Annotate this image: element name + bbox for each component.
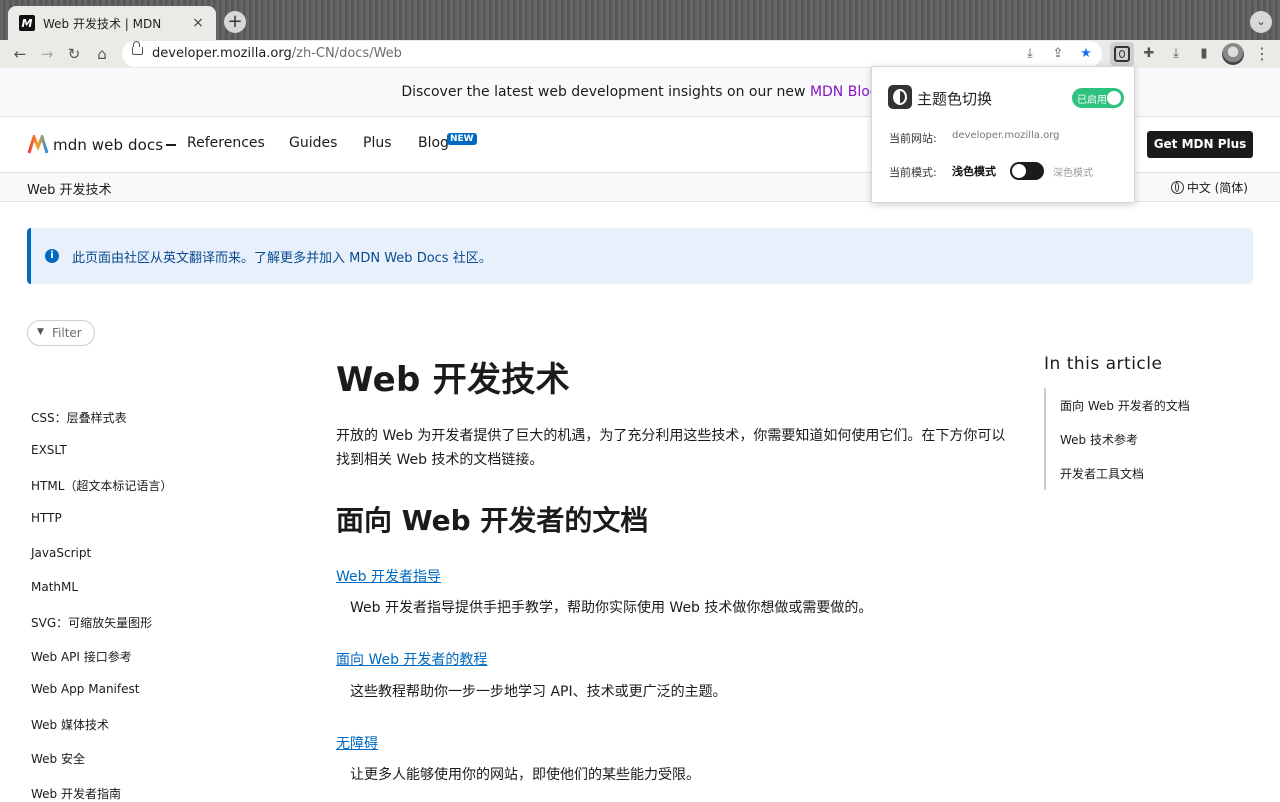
banner-blog-link[interactable]: MDN Blog (810, 84, 879, 100)
theme-switch-extension-icon[interactable] (1110, 42, 1134, 66)
sidebar-item[interactable]: Web API 接口参考 (31, 648, 132, 665)
current-mode-label: 当前模式: (889, 166, 937, 179)
sidebar-item[interactable]: JavaScript (31, 546, 91, 560)
breadcrumb-current[interactable]: Web 开发技术 (27, 179, 111, 198)
tab-search-chevron-icon[interactable]: ⌄ (1250, 11, 1272, 33)
new-badge: NEW (447, 133, 477, 145)
translation-notice: i 此页面由社区从英文翻译而来。了解更多并加入 MDN Web Docs 社区。 (27, 228, 1253, 284)
toggle-knob (1012, 164, 1026, 178)
tab-title: Web 开发技术 | MDN (43, 16, 162, 31)
download-icon[interactable]: ⤓ (1166, 44, 1186, 64)
light-mode-label: 浅色模式 (952, 165, 996, 178)
language-switcher[interactable]: 中文 (简体) (1170, 179, 1248, 196)
filter-funnel-icon: ▼ (37, 327, 44, 337)
doc-link[interactable]: 无障碍 (336, 733, 378, 753)
browser-tab-strip: M Web 开发技术 | MDN × + ⌄ (0, 0, 1280, 40)
theme-switch-logo-icon (888, 85, 912, 109)
close-tab-icon[interactable]: × (190, 15, 206, 31)
doc-description: 这些教程帮助你一步一步地学习 API、技术或更广泛的主题。 (350, 684, 727, 700)
filter-placeholder: Filter (52, 326, 82, 340)
sidebar-filter-input[interactable]: ▼ Filter (27, 320, 95, 346)
enabled-toggle[interactable]: 已启用 (1072, 88, 1124, 108)
reload-icon[interactable]: ↻ (64, 44, 84, 64)
profile-avatar[interactable] (1222, 43, 1244, 65)
extensions-puzzle-icon[interactable]: ✚ (1139, 44, 1159, 64)
bookmark-star-icon[interactable]: ★ (1076, 44, 1096, 64)
sidepanel-icon[interactable]: ▮ (1194, 44, 1214, 64)
nav-plus[interactable]: Plus (363, 135, 392, 151)
enabled-label: 已启用 (1077, 95, 1107, 106)
kebab-menu-icon[interactable]: ⋮ (1252, 44, 1272, 64)
browser-toolbar: ← → ↻ ⌂ developer.mozilla.org/zh-CN/docs… (0, 40, 1280, 68)
get-mdn-plus-button[interactable]: Get MDN Plus (1147, 131, 1253, 158)
dark-mode-label: 深色模式 (1053, 168, 1093, 179)
sidebar-item[interactable]: CSS：层叠样式表 (31, 409, 127, 426)
mdn-favicon-icon: M (19, 15, 35, 31)
logo-text: mdn web docs (53, 136, 164, 154)
address-bar[interactable]: developer.mozilla.org/zh-CN/docs/Web ⤓ ⇪… (122, 41, 1102, 67)
forward-arrow-icon[interactable]: → (37, 44, 57, 64)
mdn-m-logo-icon (27, 135, 49, 154)
url-text: developer.mozilla.org/zh-CN/docs/Web (152, 46, 402, 61)
sidebar-item[interactable]: Web 开发者指南 (31, 785, 121, 802)
doc-link[interactable]: 面向 Web 开发者的教程 (336, 649, 487, 669)
sidebar-item[interactable]: MathML (31, 580, 78, 594)
theme-switch-popup: 主题色切换 已启用 当前网站: developer.mozilla.org 当前… (871, 66, 1135, 203)
mode-toggle[interactable] (1010, 162, 1044, 180)
sidebar-item[interactable]: SVG：可缩放矢量图形 (31, 614, 152, 631)
back-arrow-icon[interactable]: ← (10, 44, 30, 64)
sidebar-item[interactable]: Web App Manifest (31, 682, 139, 696)
toggle-knob (1107, 91, 1121, 105)
share-icon[interactable]: ⇪ (1048, 44, 1068, 64)
notice-text[interactable]: 此页面由社区从英文翻译而来。了解更多并加入 MDN Web Docs 社区。 (72, 247, 492, 266)
globe-icon (1170, 181, 1184, 194)
banner-text: Discover the latest web development insi… (401, 84, 810, 100)
popup-title: 主题色切换 (917, 90, 993, 108)
sidebar-item[interactable]: HTML（超文本标记语言） (31, 477, 172, 494)
doc-description: Web 开发者指导提供手把手教学，帮助你实际使用 Web 技术做你想做或需要做的… (350, 600, 873, 616)
mdn-logo[interactable]: mdn web docs (27, 135, 177, 155)
lock-icon[interactable] (132, 41, 143, 55)
intro-paragraph: 开放的 Web 为开发者提供了巨大的机遇，为了充分利用这些技术，你需要知道如何使… (336, 428, 1006, 468)
info-icon: i (45, 249, 59, 263)
sidebar-item[interactable]: EXSLT (31, 443, 67, 457)
doc-link[interactable]: Web 开发者指导 (336, 566, 441, 586)
sidebar-item[interactable]: Web 媒体技术 (31, 716, 109, 733)
new-tab-button[interactable]: + (224, 11, 246, 33)
toc-title: In this article (1044, 354, 1163, 374)
nav-references[interactable]: References (187, 135, 265, 151)
toc-item[interactable]: 面向 Web 开发者的文档 (1060, 397, 1190, 414)
doc-description: 让更多人能够使用你的网站，即使他们的某些能力受限。 (350, 767, 700, 783)
nav-blog[interactable]: Blog (418, 135, 449, 151)
section-title: 面向 Web 开发者的文档 (336, 504, 649, 537)
url-host: developer.mozilla.org (152, 46, 292, 61)
toc-item[interactable]: 开发者工具文档 (1060, 465, 1144, 482)
page-title: Web 开发技术 (336, 360, 570, 400)
toc-divider (1044, 388, 1046, 490)
install-icon[interactable]: ⤓ (1020, 44, 1040, 64)
current-site-value: developer.mozilla.org (952, 130, 1060, 141)
language-label: 中文 (简体) (1186, 181, 1248, 195)
url-path: /zh-CN/docs/Web (291, 46, 402, 61)
sidebar-item[interactable]: HTTP (31, 511, 62, 525)
home-icon[interactable]: ⌂ (92, 44, 112, 64)
toc-item[interactable]: Web 技术参考 (1060, 431, 1138, 448)
sidebar-item[interactable]: Web 安全 (31, 750, 85, 767)
current-site-label: 当前网站: (889, 132, 937, 145)
nav-guides[interactable]: Guides (289, 135, 337, 151)
browser-tab[interactable]: M Web 开发技术 | MDN × (8, 6, 216, 40)
